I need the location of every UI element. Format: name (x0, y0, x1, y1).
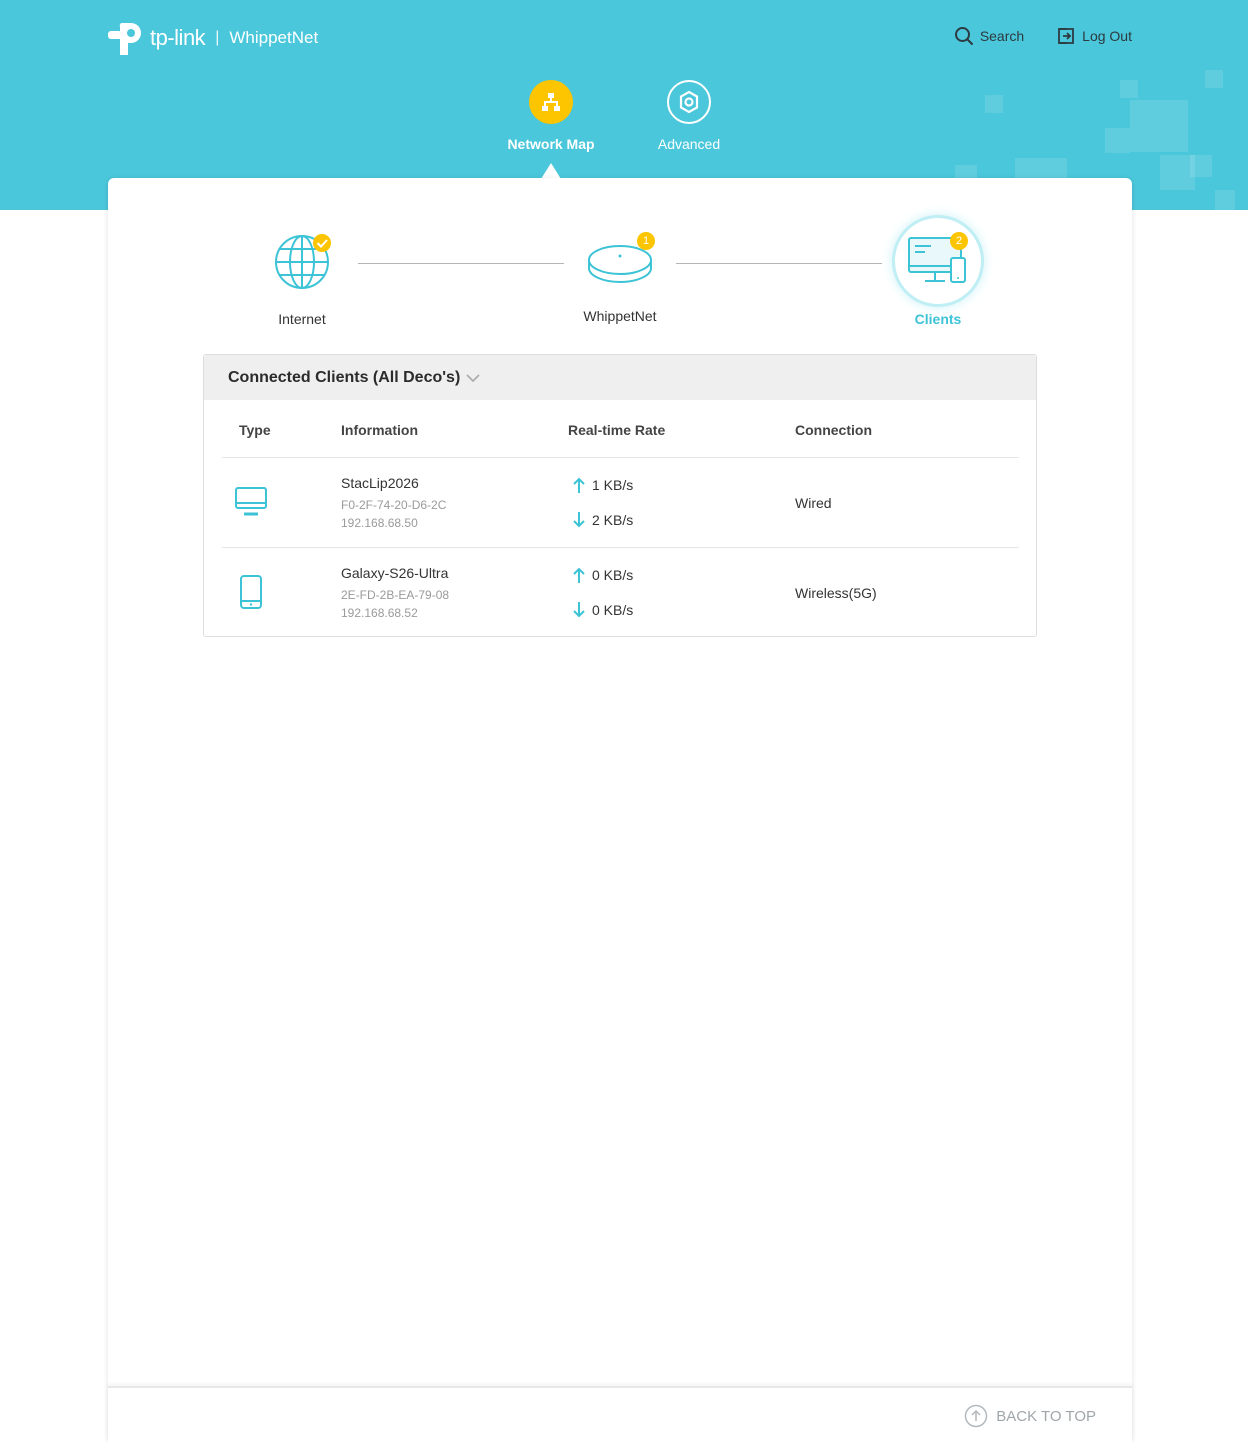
decor-square (1190, 155, 1212, 177)
clients-label: Clients (914, 311, 962, 327)
deco-count-badge: 1 (637, 232, 655, 250)
deco-label: WhippetNet (583, 308, 657, 324)
search-icon (954, 27, 973, 45)
top-actions: Search Log Out (954, 26, 1132, 46)
table-row[interactable]: Galaxy-S26-Ultra 2E-FD-2B-EA-79-08 192.1… (222, 547, 1019, 637)
brand-name: tp-link (150, 25, 206, 50)
decor-square (985, 95, 1003, 113)
client-name: Galaxy-S26-Ultra (341, 565, 449, 581)
network-map-icon (529, 80, 573, 124)
network-name: WhippetNet (229, 28, 319, 47)
download-rate: 0 KB/s (572, 601, 633, 619)
download-rate: 2 KB/s (572, 511, 633, 529)
client-mac: 2E-FD-2B-EA-79-08 (341, 588, 450, 602)
client-mac: F0-2F-74-20-D6-2C (341, 498, 447, 512)
upload-rate: 0 KB/s (572, 566, 633, 584)
footer: BACK TO TOP (108, 1386, 1132, 1442)
brand-separator: | (215, 29, 220, 46)
logout-button[interactable]: Log Out (1056, 26, 1132, 46)
chevron-down-icon[interactable] (466, 373, 480, 383)
tab-network-map[interactable]: Network Map (491, 80, 611, 152)
topology-link (358, 263, 564, 264)
clients-panel: Connected Clients (All Deco's) Type Info… (203, 354, 1037, 637)
topology-clients[interactable]: 2 Clients (868, 218, 1008, 327)
main-card: Internet 1 WhippetNet 2 Clients Connecte… (108, 178, 1132, 1440)
column-header-type: Type (239, 422, 271, 438)
decor-square (1105, 128, 1130, 153)
arrow-up-icon (573, 567, 585, 583)
phone-icon (240, 575, 262, 609)
upload-rate-value: 1 KB/s (592, 477, 634, 493)
internet-label: Internet (278, 311, 326, 327)
logout-label: Log Out (1082, 28, 1132, 44)
tab-network-map-label: Network Map (507, 136, 595, 152)
gear-icon (667, 80, 711, 124)
clients-highlight: 2 (895, 218, 981, 304)
arrow-down-icon (573, 512, 585, 528)
tab-advanced-label: Advanced (657, 136, 721, 152)
column-header-connection: Connection (795, 422, 872, 438)
active-tab-pointer (541, 163, 561, 179)
upload-rate: 1 KB/s (572, 476, 633, 494)
tab-advanced[interactable]: Advanced (629, 80, 749, 152)
client-ip: 192.168.68.52 (341, 606, 418, 620)
topology-link (676, 263, 882, 264)
logout-icon (1058, 28, 1075, 44)
upload-rate-value: 0 KB/s (592, 567, 634, 583)
arrow-up-circle-icon (964, 1404, 988, 1428)
topology-deco[interactable]: 1 WhippetNet (550, 230, 690, 324)
topology-internet[interactable]: Internet (232, 230, 372, 327)
decor-square (1120, 80, 1138, 98)
client-name: StacLip2026 (341, 475, 419, 491)
back-to-top-button[interactable]: BACK TO TOP (964, 1404, 1096, 1428)
tp-link-logo-icon (108, 23, 141, 55)
client-connection: Wired (795, 495, 832, 511)
column-header-rate: Real-time Rate (568, 422, 666, 438)
brand: tp-link | WhippetNet (108, 18, 318, 58)
search-label: Search (979, 28, 1025, 44)
decor-square (1205, 70, 1223, 88)
client-ip: 192.168.68.50 (341, 516, 418, 530)
search-button[interactable]: Search (954, 26, 1024, 46)
globe-icon (275, 234, 331, 289)
back-to-top-label: BACK TO TOP (996, 1407, 1096, 1425)
download-rate-value: 0 KB/s (592, 602, 634, 618)
arrow-up-icon (573, 477, 585, 493)
client-connection: Wireless(5G) (795, 585, 877, 601)
column-header-information: Information (341, 422, 418, 438)
table-row[interactable]: StacLip2026 F0-2F-74-20-D6-2C 192.168.68… (222, 457, 1019, 547)
clients-panel-header[interactable]: Connected Clients (All Deco's) (204, 355, 1036, 400)
clients-panel-title: Connected Clients (All Deco's) (228, 368, 461, 386)
decor-square (1130, 100, 1188, 152)
clients-count-badge: 2 (950, 232, 968, 250)
arrow-down-icon (573, 602, 585, 618)
decor-square (1215, 190, 1235, 210)
monitor-icon (235, 487, 267, 516)
download-rate-value: 2 KB/s (592, 512, 634, 528)
